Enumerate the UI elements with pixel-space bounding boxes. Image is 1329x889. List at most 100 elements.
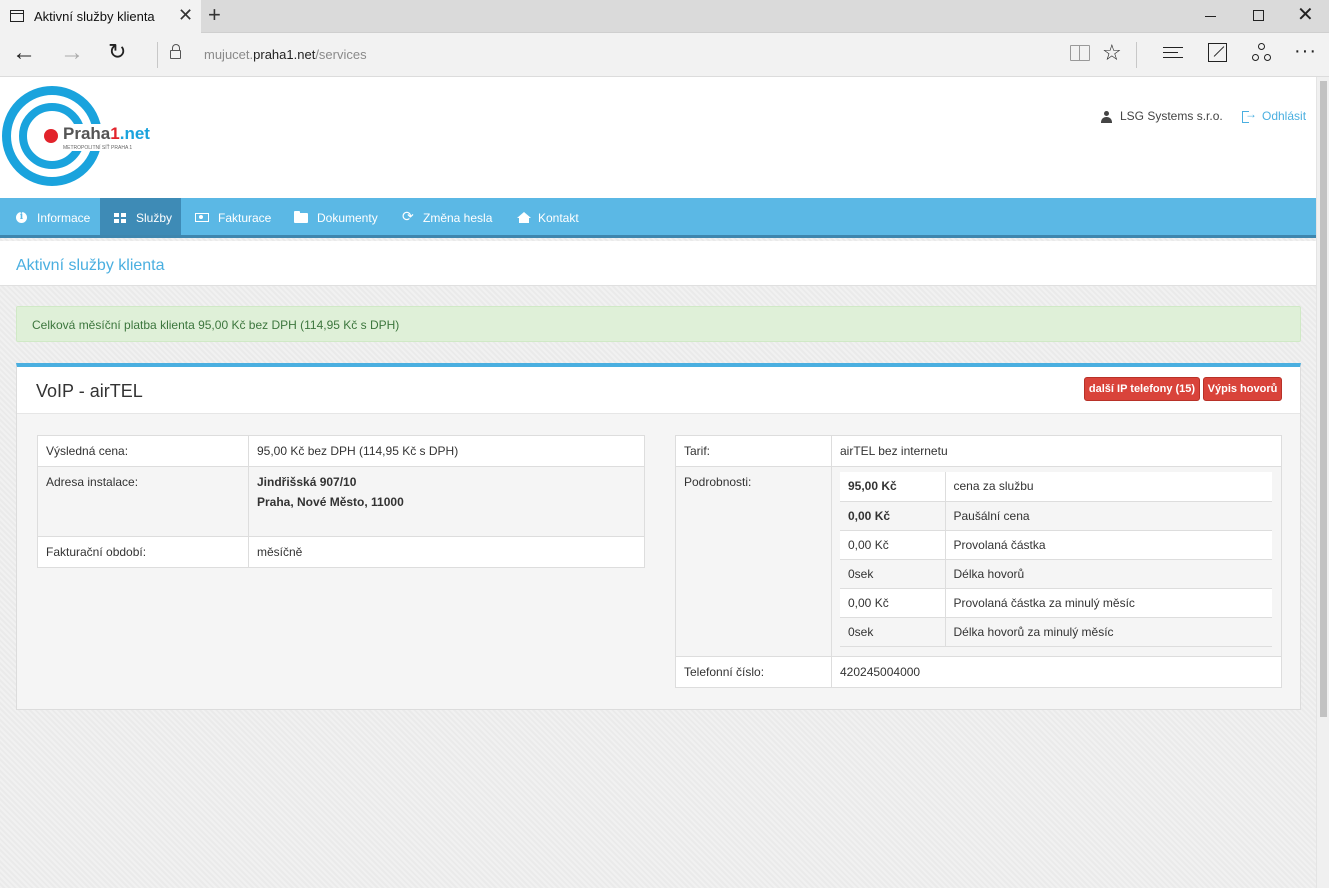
logo-text: Praha1.net — [63, 124, 158, 146]
detail-value: 0sek — [840, 558, 946, 588]
detail-name: Provolaná částka — [945, 529, 1272, 559]
browser-tab-bar: Aktivní služby klienta ✕ + ✕ — [0, 0, 1329, 33]
scrollbar-thumb[interactable] — [1320, 81, 1327, 717]
tariff-label: Tarif: — [675, 435, 832, 467]
detail-value: 95,00 Kč — [840, 472, 946, 501]
table-row: Podrobnosti: 95,00 Kč cena za službu 0,00… — [675, 466, 1282, 656]
url-field[interactable]: mujucet.praha1.net/services — [204, 47, 367, 62]
service-info-table: Výsledná cena: 95,00 Kč bez DPH (114,95 … — [37, 435, 645, 568]
back-arrow-icon[interactable]: ← — [12, 39, 36, 67]
divider — [1136, 42, 1137, 68]
table-row: Tarif: airTEL bez internetu — [675, 435, 1282, 467]
nav-label: Informace — [37, 211, 91, 225]
table-row: Fakturační období: měsíčně — [37, 536, 645, 568]
nav-label: Fakturace — [218, 211, 272, 225]
detail-value: 0,00 Kč — [840, 529, 946, 559]
nav-item-informace[interactable]: i Informace — [0, 198, 100, 235]
folder-icon — [294, 211, 308, 223]
share-icon[interactable] — [1252, 43, 1272, 63]
address-value: Jindřišská 907/10 Praha, Nové Město, 110… — [248, 466, 645, 537]
money-icon — [195, 213, 209, 222]
alert-text: Celková měsíční platba klienta 95,00 Kč … — [32, 318, 400, 332]
nav-label: Služby — [136, 211, 173, 225]
close-tab-icon[interactable]: ✕ — [178, 5, 193, 25]
detail-value: 0sek — [840, 616, 946, 647]
price-value: 95,00 Kč bez DPH (114,95 Kč s DPH) — [257, 444, 459, 458]
detail-value: 0,00 Kč — [840, 500, 946, 530]
web-note-icon[interactable] — [1208, 43, 1227, 62]
nav-item-sluzby[interactable]: Služby — [100, 198, 181, 235]
site-header: Praha1.net METROPOLITNÍ SÍŤ PRAHA 1 LSG … — [0, 77, 1316, 198]
detail-name: Délka hovorů za minulý měsíc — [945, 616, 1272, 647]
details-cell: 95,00 Kč cena za službu 0,00 Kč Paušální c… — [831, 466, 1282, 656]
scrollbar[interactable] — [1316, 77, 1329, 888]
lock-icon[interactable] — [170, 44, 181, 59]
nav-item-kontakt[interactable]: Kontakt — [504, 198, 594, 235]
more-phones-button[interactable]: další IP telefony (15) — [1084, 377, 1200, 401]
main-nav: i Informace Služby Fakturace Dokumenty ⟳… — [0, 198, 1316, 238]
detail-value: 0,00 Kč — [840, 587, 946, 617]
address-line: Praha, Nové Město, 11000 — [257, 495, 404, 509]
nav-item-fakturace[interactable]: Fakturace — [181, 198, 281, 235]
home-icon — [517, 212, 531, 223]
logout-icon[interactable] — [1242, 107, 1257, 123]
table-row: Adresa instalace: Jindřišská 907/10 Prah… — [37, 466, 645, 537]
minimize-icon[interactable] — [1205, 10, 1216, 22]
tariff-value: airTEL bez internetu — [840, 444, 948, 458]
user-name: LSG Systems s.r.o. — [1120, 109, 1223, 123]
nav-label: Změna hesla — [423, 211, 493, 225]
service-box: VoIP - airTEL další IP telefony (15) Výp… — [16, 363, 1301, 710]
user-icon — [1101, 111, 1112, 123]
logout-link[interactable]: Odhlásit — [1262, 109, 1306, 123]
table-row: 95,00 Kč cena za službu — [840, 472, 1272, 501]
maximize-icon[interactable] — [1253, 10, 1264, 21]
period-value: měsíčně — [248, 536, 645, 568]
table-row: 0sek Délka hovorů — [840, 558, 1272, 588]
address-bar: ← → ↻ mujucet.praha1.net/services ☆ ··· — [0, 33, 1329, 77]
phone-value: 420245004000 — [831, 655, 1282, 687]
table-row: 0,00 Kč Provolaná částka — [840, 529, 1272, 559]
page-title-bar: Aktivní služby klienta — [0, 241, 1316, 286]
close-window-icon[interactable]: ✕ — [1297, 4, 1314, 26]
table-row: 0sek Délka hovorů za minulý měsíc — [840, 616, 1272, 647]
info-icon: i — [16, 212, 27, 223]
details-table: 95,00 Kč cena za službu 0,00 Kč Paušální c… — [840, 472, 1272, 647]
more-icon[interactable]: ··· — [1294, 39, 1317, 63]
detail-name: Délka hovorů — [945, 558, 1272, 588]
hub-icon[interactable] — [1163, 46, 1183, 60]
page-title: Aktivní služby klienta — [16, 257, 165, 274]
favorite-star-icon[interactable]: ☆ — [1102, 41, 1122, 65]
price-label: Výsledná cena: — [37, 435, 249, 467]
page-icon — [10, 10, 24, 22]
payment-alert: Celková měsíční platba klienta 95,00 Kč … — [16, 306, 1301, 342]
grid-icon — [114, 212, 126, 223]
table-row: 0,00 Kč Provolaná částka za minulý měsíc — [840, 587, 1272, 617]
logo-subtitle: METROPOLITNÍ SÍŤ PRAHA 1 — [63, 145, 153, 151]
nav-item-dokumenty[interactable]: Dokumenty — [281, 198, 389, 235]
tariff-table: Tarif: airTEL bez internetu Podrobnosti:… — [675, 435, 1282, 688]
browser-tab[interactable]: Aktivní služby klienta ✕ — [0, 0, 201, 33]
logo-dot — [44, 129, 58, 143]
praha1-logo[interactable]: Praha1.net METROPOLITNÍ SÍŤ PRAHA 1 — [2, 86, 158, 186]
forward-arrow-icon[interactable]: → — [60, 39, 84, 67]
period-label: Fakturační období: — [37, 536, 249, 568]
service-title: VoIP - airTEL — [36, 381, 143, 401]
page-content: Praha1.net METROPOLITNÍ SÍŤ PRAHA 1 LSG … — [0, 77, 1316, 888]
reading-view-icon[interactable] — [1070, 45, 1090, 61]
divider — [157, 42, 158, 68]
details-label: Podrobnosti: — [675, 466, 832, 656]
nav-label: Dokumenty — [317, 211, 378, 225]
nav-label: Kontakt — [538, 211, 579, 225]
refresh-icon[interactable]: ↻ — [108, 38, 126, 66]
table-row: Telefonní číslo: 420245004000 — [675, 655, 1282, 687]
nav-item-zmena-hesla[interactable]: ⟳ Změna hesla — [389, 198, 504, 235]
table-row: Výsledná cena: 95,00 Kč bez DPH (114,95 … — [37, 435, 645, 467]
detail-name: cena za službu — [945, 472, 1272, 501]
refresh-icon: ⟳ — [402, 208, 414, 224]
detail-name: Paušální cena — [945, 500, 1272, 530]
tab-title: Aktivní služby klienta — [34, 9, 155, 24]
address-label: Adresa instalace: — [37, 466, 249, 537]
detail-name: Provolaná částka za minulý měsíc — [945, 587, 1272, 617]
new-tab-icon[interactable]: + — [208, 3, 221, 27]
call-list-button[interactable]: Výpis hovorů — [1203, 377, 1282, 401]
